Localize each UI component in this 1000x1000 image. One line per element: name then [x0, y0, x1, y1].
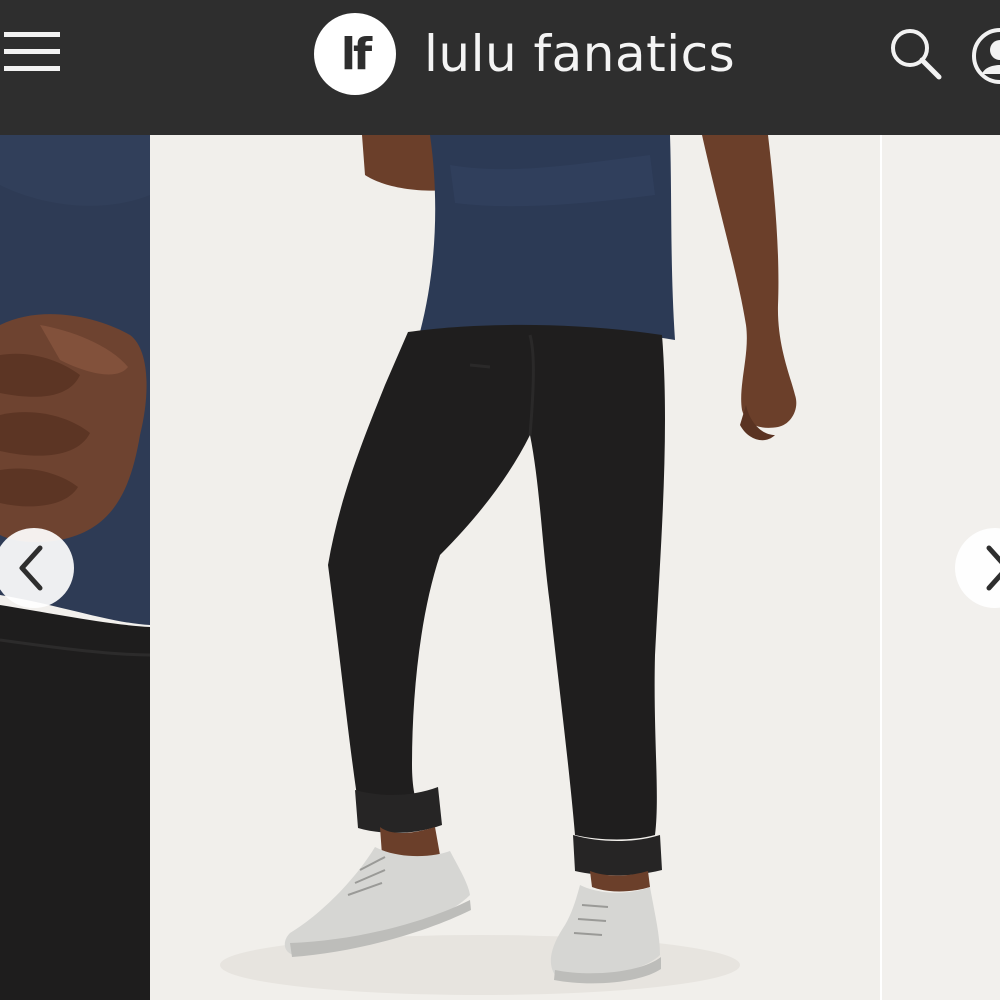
carousel-previous-button[interactable]	[0, 528, 74, 608]
search-icon[interactable]	[888, 26, 944, 82]
logo-mark: lf	[314, 13, 396, 95]
chevron-right-icon	[986, 545, 1000, 591]
product-photo-main	[150, 135, 880, 1000]
carousel-next-button[interactable]	[955, 528, 1000, 608]
account-icon[interactable]	[970, 26, 1000, 86]
product-image-carousel[interactable]	[0, 135, 1000, 1000]
menu-line	[4, 66, 60, 71]
hamburger-menu-icon[interactable]	[4, 30, 60, 74]
chevron-left-icon	[19, 545, 43, 591]
app-header: lf lulu fanatics	[0, 0, 1000, 135]
menu-line	[4, 32, 60, 37]
carousel-slide-current	[150, 135, 880, 1000]
brand-logo[interactable]: lf lulu fanatics	[314, 12, 735, 96]
brand-name: lulu fanatics	[424, 25, 736, 83]
menu-line	[4, 49, 60, 54]
